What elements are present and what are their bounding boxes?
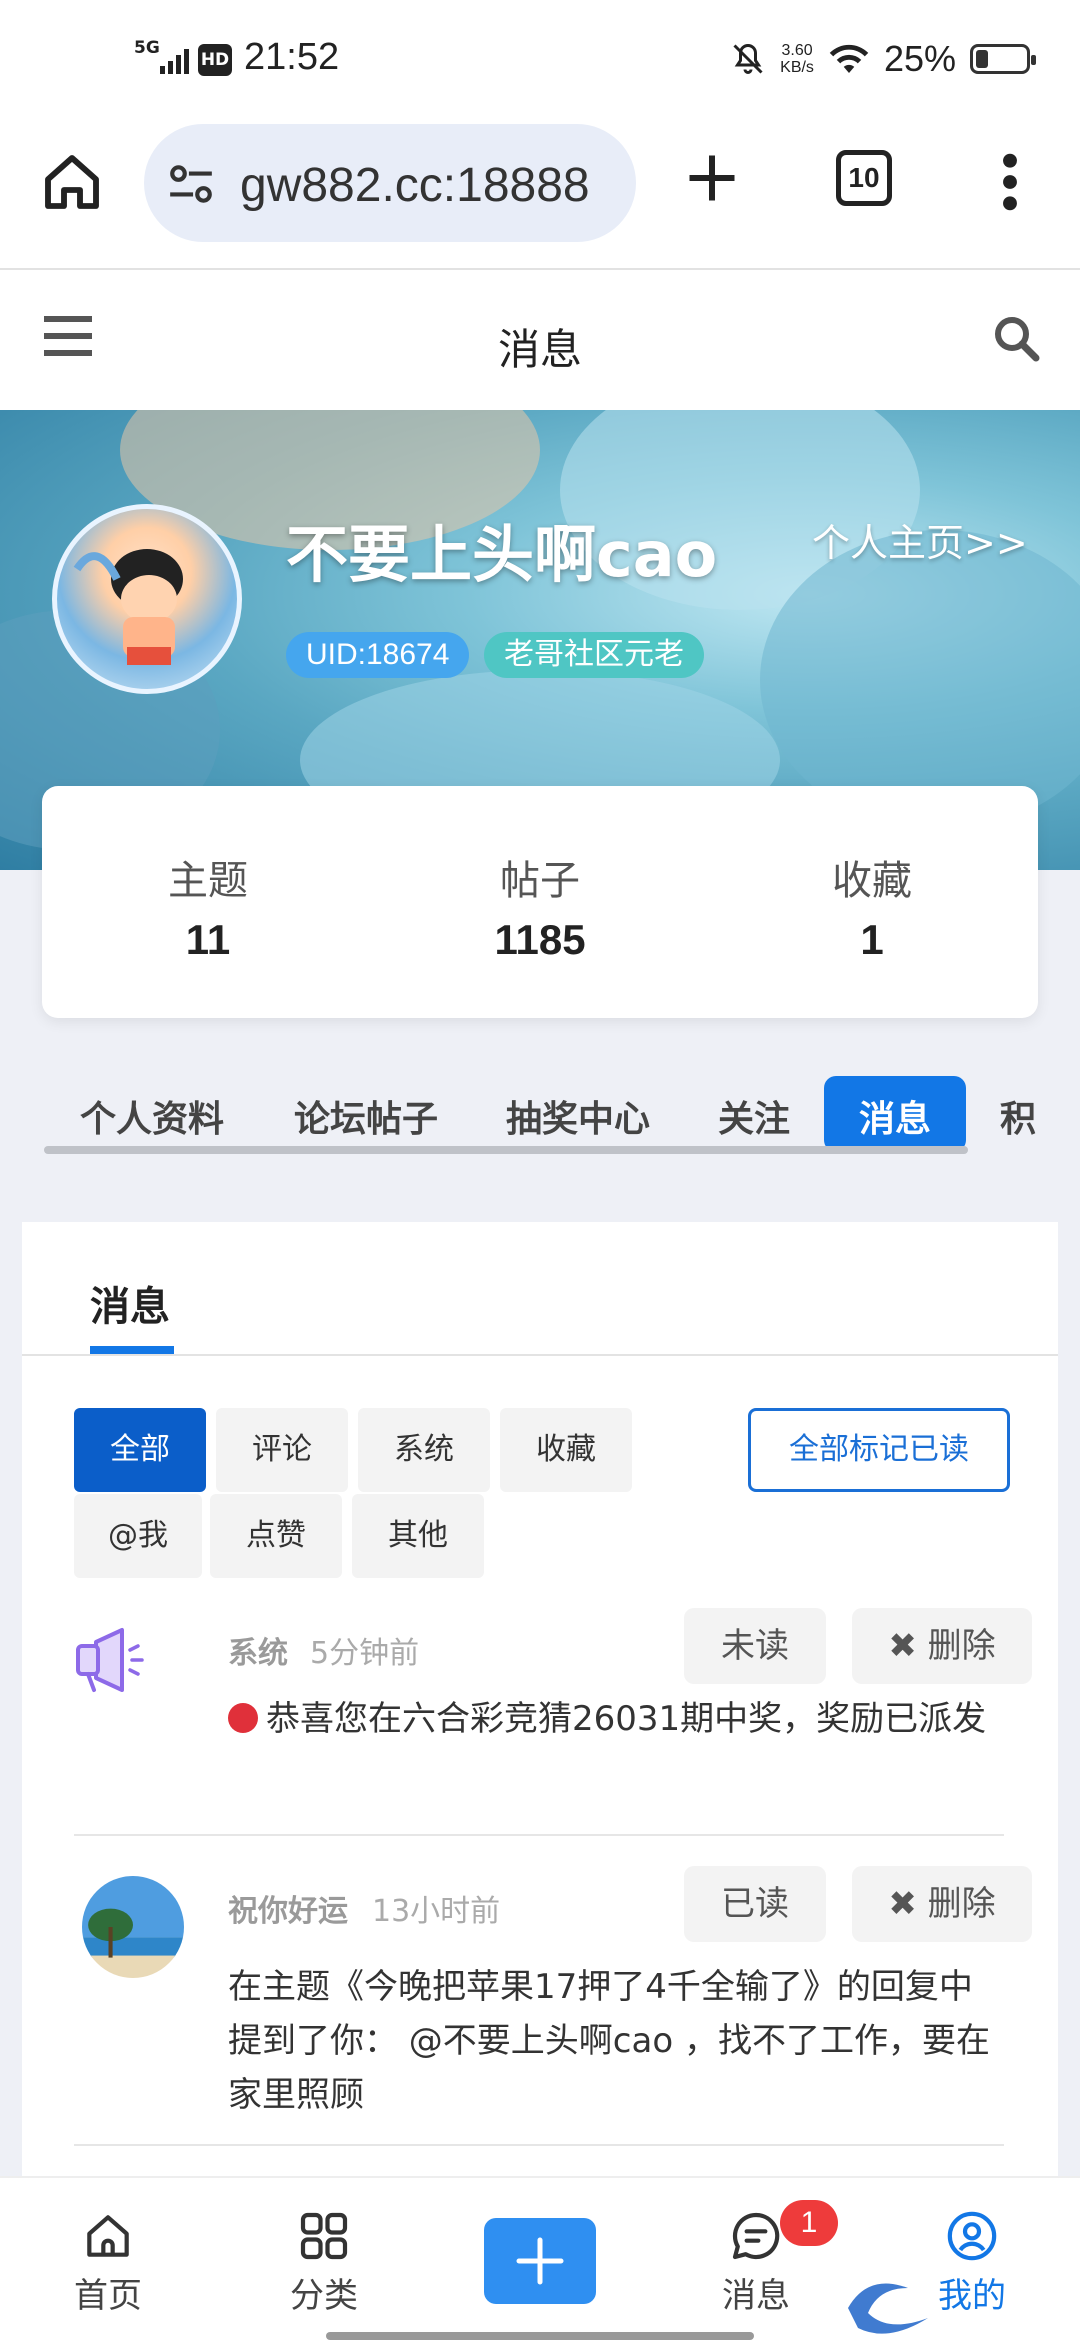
chat-icon <box>732 2212 780 2260</box>
speed-unit: KB/s <box>780 59 814 76</box>
delete-button[interactable]: ✖ 删除 <box>852 1608 1032 1684</box>
filter-all[interactable]: 全部 <box>74 1408 206 1492</box>
signal-icon <box>160 46 190 74</box>
filter-likes[interactable]: 点赞 <box>210 1494 342 1578</box>
home-icon <box>87 2215 129 2257</box>
divider <box>74 2144 1004 2146</box>
panel-title[interactable]: 消息 <box>90 1274 170 1332</box>
tabs-scrollbar[interactable] <box>44 1146 968 1154</box>
watermark-logo <box>848 2283 928 2334</box>
plus-icon <box>516 2237 564 2285</box>
site-settings-icon[interactable] <box>166 162 216 206</box>
rank-badge: 老哥社区元老 <box>484 632 704 678</box>
filter-favorites[interactable]: 收藏 <box>500 1408 632 1492</box>
message-sender: 系统 <box>228 1636 288 1671</box>
section-tabs: 个人资料 论坛帖子 抽奖中心 关注 消息 积 <box>0 1076 1080 1156</box>
message-text: 恭喜您在六合彩竞猜26031期中奖，奖励已派发 <box>266 1699 987 1739</box>
hd-icon: HD <box>198 44 232 76</box>
bottom-nav: 首页 分类 消息 1 我的 <box>0 2176 1080 2340</box>
message-time: 5分钟前 <box>310 1636 420 1671</box>
divider <box>74 1834 1004 1836</box>
stats-card: 主题 11 帖子 1185 收藏 1 <box>42 786 1038 1018</box>
delete-button[interactable]: ✖ 删除 <box>852 1866 1032 1942</box>
avatar[interactable] <box>52 504 242 694</box>
more-menu-icon[interactable] <box>990 150 1030 214</box>
grid-icon <box>300 2212 348 2260</box>
new-tab-icon[interactable] <box>682 148 742 208</box>
status-bar: 5G HD 21:52 3.60 KB/s 25% <box>0 0 1080 120</box>
message-body: 在主题《今晚把苹果17押了4千全输了》的回复中提到了你： @不要上头啊cao ，… <box>228 1967 990 2115</box>
tab-forum-posts[interactable]: 论坛帖子 <box>294 1076 438 1152</box>
site-header: 消息 <box>0 270 1080 410</box>
stat-value: 11 <box>185 916 231 963</box>
filter-mentions[interactable]: @我 <box>74 1494 202 1578</box>
battery-icon <box>970 44 1036 74</box>
panel-title-underline <box>90 1346 174 1354</box>
notification-badge: 1 <box>780 2200 838 2246</box>
nav-label: 消息 <box>722 2276 790 2316</box>
avatar-image <box>73 549 183 665</box>
tab-points[interactable]: 积 <box>1000 1076 1036 1152</box>
divider <box>22 1354 1058 1356</box>
stat-posts[interactable]: 帖子 1185 <box>374 786 706 1018</box>
mute-bell-icon <box>733 43 763 74</box>
mark-all-read-button[interactable]: 全部标记已读 <box>748 1408 1010 1492</box>
filter-other[interactable]: 其他 <box>352 1494 484 1578</box>
stat-label: 收藏 <box>832 858 912 904</box>
network-speed: 3.60 KB/s <box>780 42 814 76</box>
clock: 21:52 <box>244 36 340 78</box>
uid-badge: UID:18674 <box>286 632 470 678</box>
message-item[interactable]: 祝你好运 13小时前 已读 ✖ 删除 在主题《今晚把苹果17押了4千全输了》的回… <box>52 1866 1032 2136</box>
nav-categories[interactable]: 分类 <box>264 2208 384 2317</box>
megaphone-icon <box>76 1628 144 1692</box>
battery-percent: 25% <box>883 38 956 79</box>
browser-toolbar: gw882.cc:18888 10 <box>0 120 1080 270</box>
status-right: 3.60 KB/s 25% <box>730 34 1036 84</box>
message-time: 13小时前 <box>372 1894 501 1929</box>
home-icon[interactable] <box>40 150 104 214</box>
unread-dot-icon <box>228 1703 258 1733</box>
nav-label: 分类 <box>290 2276 358 2316</box>
speed-value: 3.60 <box>781 42 813 59</box>
home-indicator <box>326 2332 754 2340</box>
mark-read-button[interactable]: 已读 <box>684 1866 826 1942</box>
stat-value: 1 <box>860 916 884 963</box>
stat-label: 主题 <box>168 858 248 904</box>
search-icon[interactable] <box>992 314 1040 362</box>
user-avatar[interactable] <box>82 1876 184 1978</box>
stat-label: 帖子 <box>500 858 580 904</box>
message-body: 恭喜您在六合彩竞猜26031期中奖，奖励已派发 <box>228 1692 998 1746</box>
message-sender: 祝你好运 <box>228 1894 348 1929</box>
tab-lottery[interactable]: 抽奖中心 <box>506 1076 650 1152</box>
stat-value: 1185 <box>494 916 586 963</box>
tab-messages[interactable]: 消息 <box>824 1076 966 1152</box>
filter-system[interactable]: 系统 <box>358 1408 490 1492</box>
address-bar[interactable]: gw882.cc:18888 <box>144 124 636 242</box>
tab-switcher-button[interactable]: 10 <box>836 150 892 206</box>
stat-favorites[interactable]: 收藏 1 <box>706 786 1038 1018</box>
nav-home[interactable]: 首页 <box>48 2208 168 2317</box>
page-title: 消息 <box>497 325 582 374</box>
url-text: gw882.cc:18888 <box>240 159 590 212</box>
new-post-button[interactable] <box>484 2218 596 2304</box>
mark-read-button[interactable]: 未读 <box>684 1608 826 1684</box>
username: 不要上头啊cao <box>286 518 718 591</box>
message-item[interactable]: 系统 5分钟前 未读 ✖ 删除 恭喜您在六合彩竞猜26031期中奖，奖励已派发 <box>52 1608 1032 1808</box>
tab-follow[interactable]: 关注 <box>718 1076 790 1152</box>
stat-topics[interactable]: 主题 11 <box>42 786 374 1018</box>
wifi-icon <box>829 44 869 73</box>
homepage-link[interactable]: 个人主页>> <box>812 512 1028 567</box>
user-circle-icon <box>947 2211 997 2261</box>
nav-label: 首页 <box>74 2276 142 2316</box>
network-type: 5G <box>134 38 160 58</box>
tab-profile[interactable]: 个人资料 <box>80 1076 224 1152</box>
filter-comments[interactable]: 评论 <box>216 1408 348 1492</box>
